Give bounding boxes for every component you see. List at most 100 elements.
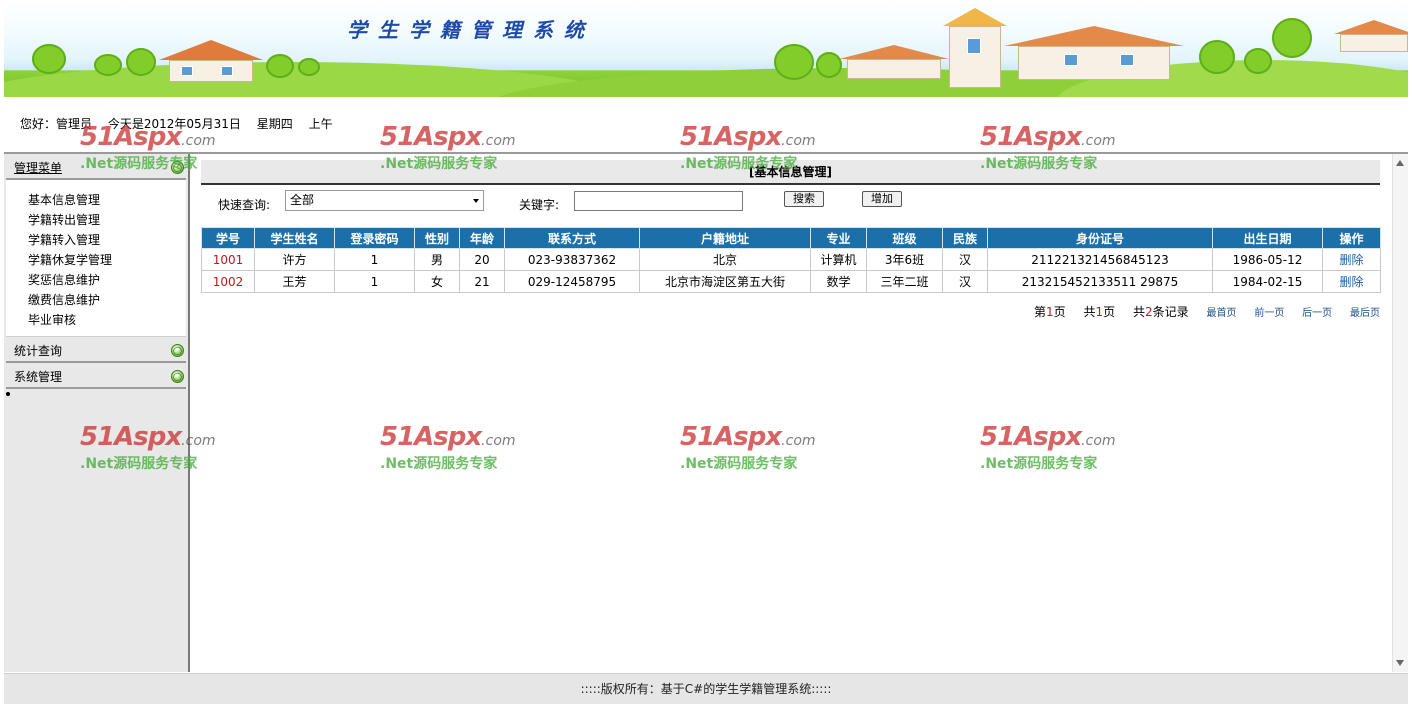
delete-link[interactable]: 删除	[1339, 253, 1363, 267]
cell-birthdate: 1986-05-12	[1212, 248, 1323, 271]
tree	[1272, 18, 1312, 58]
column-header: 操作	[1322, 227, 1381, 249]
cell-major: 数学	[810, 270, 867, 293]
greeting-weekday: 星期四	[256, 117, 293, 131]
tree	[298, 58, 320, 76]
app-title: 学生学籍管理系统	[347, 18, 595, 42]
column-header: 民族	[942, 227, 988, 249]
column-header: 年龄	[459, 227, 505, 249]
pager-last-link[interactable]: 最后页	[1350, 308, 1380, 319]
tree	[266, 54, 294, 78]
pager: 第1页 共1页 共2条记录 最首页 前一页 后一页 最后页	[1034, 303, 1380, 320]
quick-query-label: 快速查询:	[218, 198, 271, 212]
sidebar-section-system[interactable]: 系统管理 ◯	[6, 363, 186, 389]
greeting-bar: 您好：管理员 今天是2012年05月31日 星期四 上午	[20, 115, 345, 132]
cell-birthdate: 1984-02-15	[1212, 270, 1323, 293]
cell-class: 三年二班	[866, 270, 943, 293]
greeting-date: 今天是2012年05月31日	[107, 117, 241, 131]
expand-toggle-icon[interactable]: ◯	[171, 161, 184, 174]
column-header: 学号	[201, 227, 255, 249]
cell-id-card: 211221321456845123	[987, 248, 1213, 271]
keyword-label: 关键字:	[519, 198, 560, 212]
column-header: 班级	[866, 227, 943, 249]
tree	[816, 52, 842, 78]
cell-gender: 男	[414, 248, 460, 271]
main-content: [基本信息管理] 快速查询: 全部 关键字: 搜索 增加 学号 学生姓名 登录密…	[192, 154, 1392, 672]
pager-current: 第1页	[1034, 305, 1066, 319]
sidebar-section-statistics[interactable]: 统计查询 ◯	[6, 337, 186, 363]
cell-age: 20	[459, 248, 505, 271]
sidebar-item-rewards[interactable]: 奖惩信息维护	[28, 270, 186, 290]
greeting-period: 上午	[308, 117, 333, 131]
expand-toggle-icon[interactable]: ◯	[171, 370, 184, 383]
add-button[interactable]: 增加	[862, 191, 902, 207]
column-header: 户籍地址	[639, 227, 811, 249]
footer: :::::版权所有：基于C#的学生学籍管理系统:::::	[4, 673, 1408, 704]
section-title: [基本信息管理]	[201, 160, 1380, 185]
cell-address: 北京市海淀区第五大街	[639, 270, 811, 293]
cell-address: 北京	[639, 248, 811, 271]
cell-password: 1	[334, 248, 415, 271]
expand-toggle-icon[interactable]: ◯	[171, 344, 184, 357]
table-header-row: 学号 学生姓名 登录密码 性别 年龄 联系方式 户籍地址 专业 班级 民族 身份…	[201, 227, 1381, 249]
cell-ethnicity: 汉	[942, 270, 988, 293]
sidebar-section-label[interactable]: 系统管理	[14, 368, 62, 385]
column-header: 性别	[414, 227, 460, 249]
pager-total-pages: 共1页	[1083, 305, 1116, 319]
sidebar: 管理菜单 ◯ 基本信息管理 学籍转出管理 学籍转入管理 学籍休复学管理 奖惩信息…	[4, 154, 190, 672]
vertical-scrollbar[interactable]	[1392, 154, 1408, 672]
tree	[1244, 48, 1272, 74]
delete-link[interactable]: 删除	[1339, 275, 1363, 289]
cell-action: 删除	[1322, 270, 1381, 293]
sidebar-section-label[interactable]: 管理菜单	[14, 159, 62, 176]
pager-total-records: 共2条记录	[1133, 305, 1189, 319]
cell-class: 3年6班	[866, 248, 943, 271]
sidebar-menu-list: 基本信息管理 学籍转出管理 学籍转入管理 学籍休复学管理 奖惩信息维护 缴费信息…	[6, 180, 186, 337]
table-row: 1002 王芳 1 女 21 029-12458795 北京市海淀区第五大街 数…	[201, 270, 1381, 293]
pager-prev-link[interactable]: 前一页	[1254, 308, 1284, 319]
sidebar-section-management[interactable]: 管理菜单 ◯	[6, 154, 186, 180]
column-header: 学生姓名	[254, 227, 335, 249]
table-row: 1001 许方 1 男 20 023-93837362 北京 计算机 3年6班 …	[201, 248, 1381, 271]
cell-gender: 女	[414, 270, 460, 293]
column-header: 登录密码	[334, 227, 415, 249]
cell-name: 王芳	[254, 270, 335, 293]
cell-id-card: 213215452133511 29875	[987, 270, 1213, 293]
greeting-user: 您好：管理员	[20, 117, 93, 131]
sidebar-item-suspend-resume[interactable]: 学籍休复学管理	[28, 250, 186, 270]
quick-query-value: 全部	[290, 193, 315, 207]
sidebar-item-basic-info[interactable]: 基本信息管理	[28, 190, 186, 210]
column-header: 出生日期	[1212, 227, 1323, 249]
quick-query-select[interactable]: 全部	[285, 190, 484, 211]
bullet-dot	[6, 392, 10, 396]
student-table: 学号 学生姓名 登录密码 性别 年龄 联系方式 户籍地址 专业 班级 民族 身份…	[201, 227, 1381, 293]
cell-password: 1	[334, 270, 415, 293]
search-button[interactable]: 搜索	[784, 191, 824, 207]
cell-age: 21	[459, 270, 505, 293]
sidebar-section-label[interactable]: 统计查询	[14, 342, 62, 359]
tree	[126, 48, 156, 76]
sidebar-item-graduation[interactable]: 毕业审核	[28, 310, 186, 330]
sidebar-item-transfer-in[interactable]: 学籍转入管理	[28, 230, 186, 250]
cell-major: 计算机	[810, 248, 867, 271]
tree	[32, 44, 66, 74]
search-bar: 快速查询: 全部 关键字: 搜索 增加	[218, 190, 1378, 214]
sidebar-item-fees[interactable]: 缴费信息维护	[28, 290, 186, 310]
cell-phone: 023-93837362	[504, 248, 640, 271]
keyword-input[interactable]	[574, 191, 743, 211]
cell-action: 删除	[1322, 248, 1381, 271]
scroll-down-arrow-icon[interactable]	[1396, 660, 1404, 666]
scroll-up-arrow-icon[interactable]	[1396, 160, 1404, 166]
cell-student-id: 1002	[201, 270, 255, 293]
tree	[1199, 40, 1235, 74]
column-header: 专业	[810, 227, 867, 249]
pager-first-link[interactable]: 最首页	[1207, 308, 1237, 319]
tree	[774, 44, 814, 80]
pager-next-link[interactable]: 后一页	[1302, 308, 1332, 319]
header-banner: 学生学籍管理系统	[4, 0, 1408, 97]
cell-phone: 029-12458795	[504, 270, 640, 293]
cell-student-id: 1001	[201, 248, 255, 271]
column-header: 身份证号	[987, 227, 1213, 249]
sidebar-item-transfer-out[interactable]: 学籍转出管理	[28, 210, 186, 230]
cell-name: 许方	[254, 248, 335, 271]
